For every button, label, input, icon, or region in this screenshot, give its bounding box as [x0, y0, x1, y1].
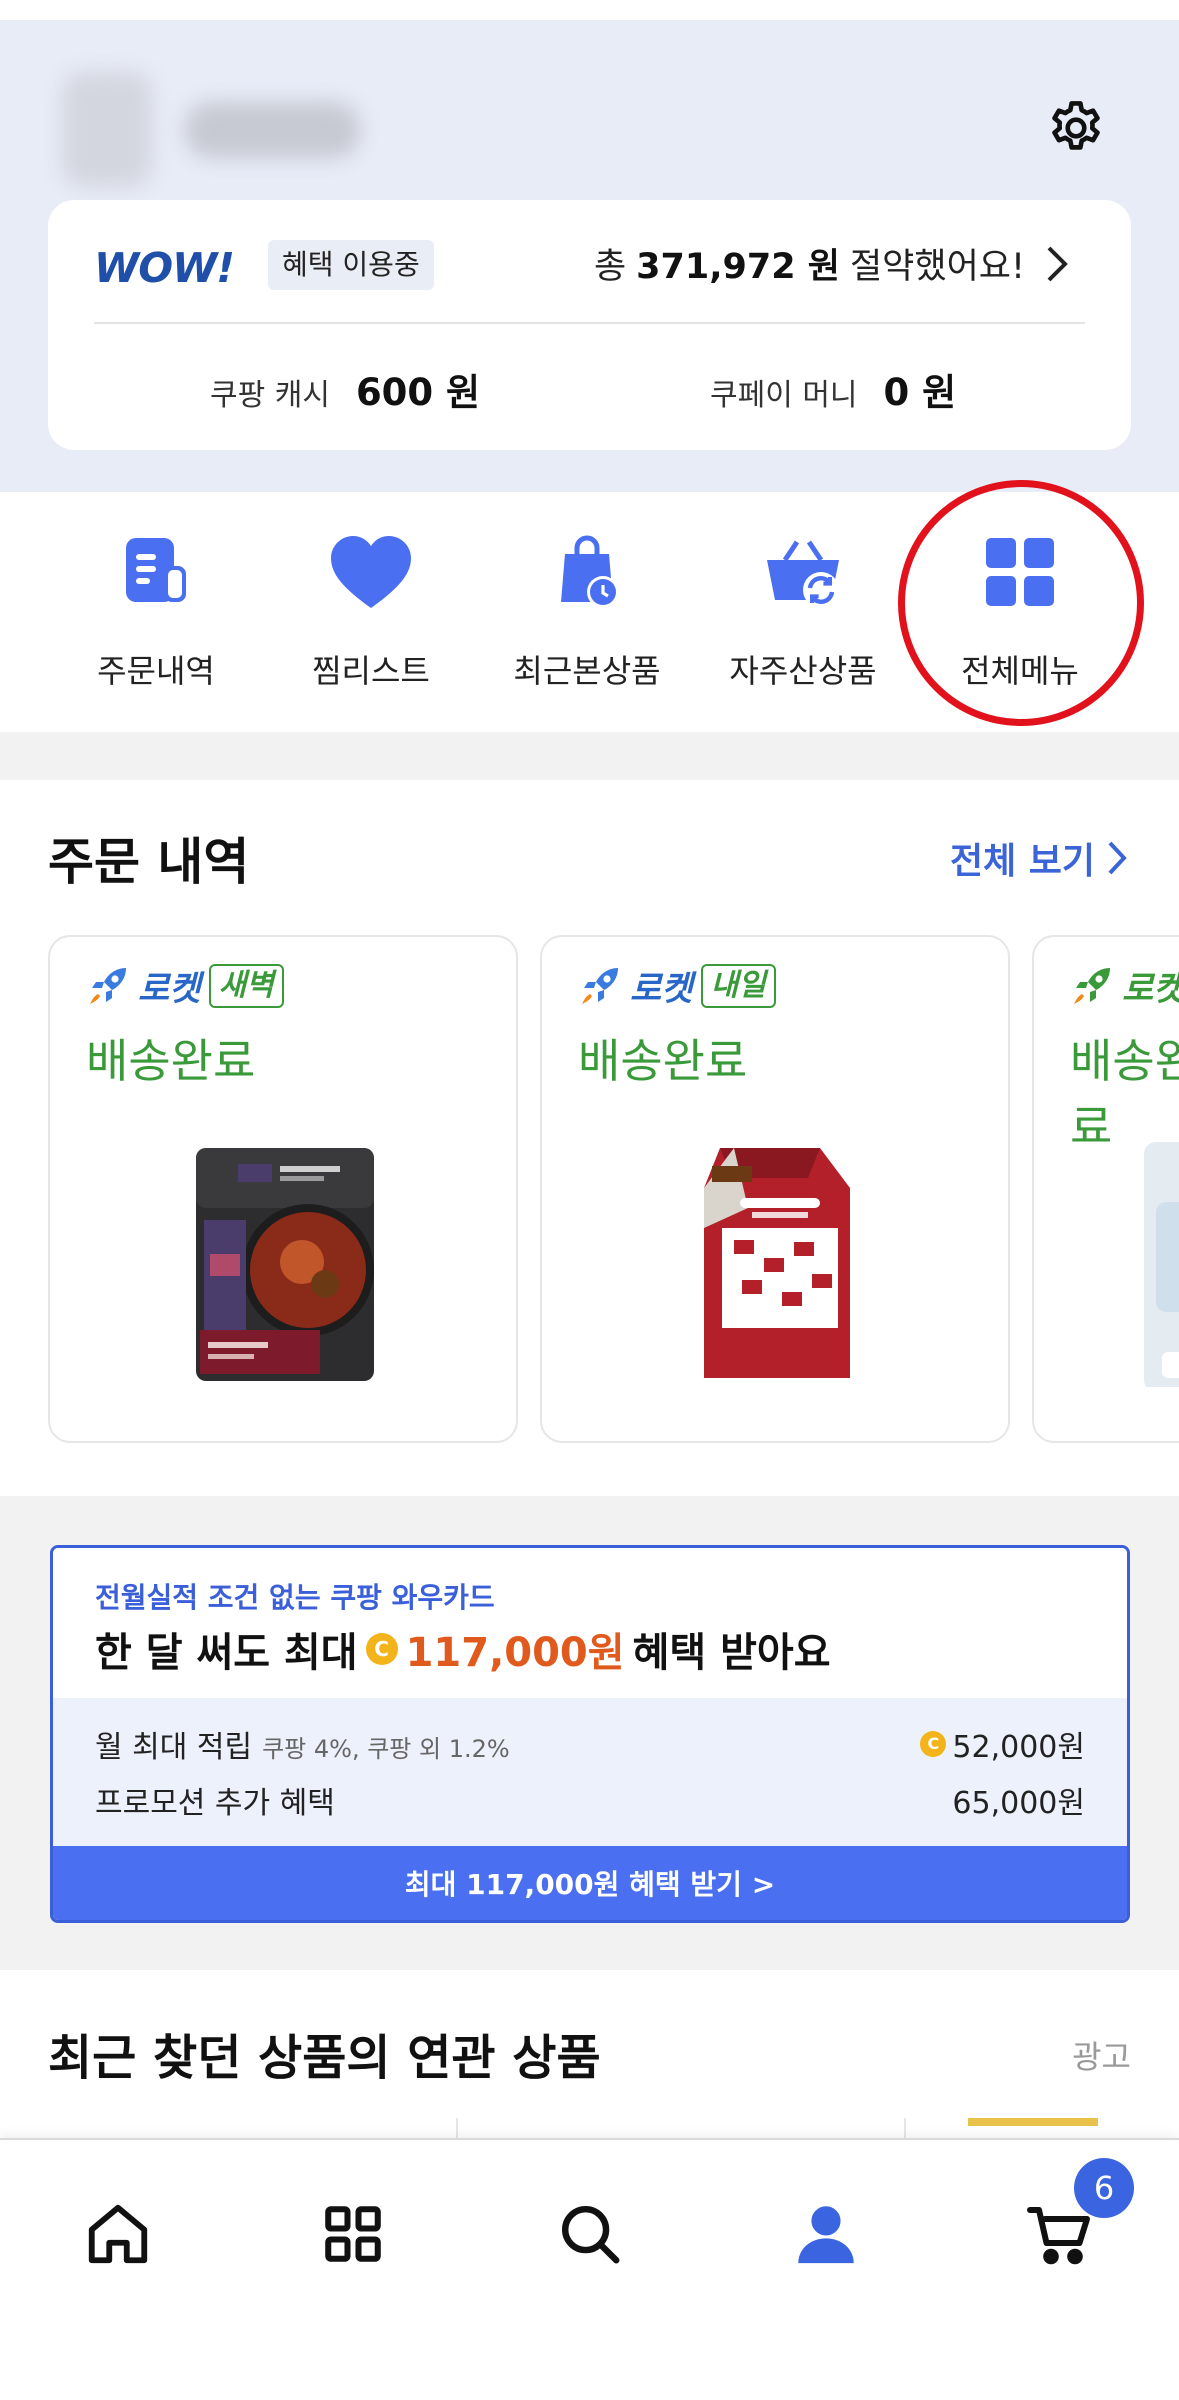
promo-headline: 한 달 써도 최대 C 117,000원 혜택 받아요 [95, 1620, 831, 1678]
settings-button[interactable] [1040, 92, 1112, 164]
rocket-brand: 로켓 [138, 969, 201, 1009]
quick-label: 자주산상품 [729, 652, 877, 690]
ad-label[interactable]: 광고 [1072, 2032, 1131, 2078]
heart-icon [321, 522, 421, 622]
wow-logo: WOW! [94, 244, 235, 292]
quick-order-history[interactable]: 주문내역 [56, 522, 256, 702]
quick-label: 주문내역 [97, 652, 215, 690]
order-card[interactable]: 로켓 새벽 배송완료 [48, 935, 518, 1443]
section-gap [0, 732, 1179, 780]
rocket-badge: 로켓 내일 [578, 961, 776, 1010]
promo-headline-suffix: 혜택 받아요 [632, 1630, 831, 1676]
order-card[interactable]: 로켓 배송완료 [1032, 935, 1179, 1443]
highlight-circle-annotation [898, 480, 1144, 726]
wow-status-badge: 혜택 이용중 [268, 240, 434, 290]
rocket-badge: 로켓 새벽 [86, 961, 284, 1010]
chevron-right-icon [1108, 841, 1127, 875]
related-products-title: 최근 찾던 상품의 연관 상품 [48, 2030, 601, 2086]
rocket-brand: 로켓 [630, 969, 693, 1009]
divider [904, 2118, 906, 2138]
rocket-icon [90, 967, 126, 1004]
nav-search[interactable] [540, 2184, 640, 2284]
related-product-thumb-edge [968, 2118, 1098, 2126]
divider [456, 2118, 458, 2138]
delivery-status: 배송완료 [1070, 1034, 1179, 1154]
promo-headline-amount: 117,000원 [405, 1630, 625, 1676]
promo-row-label: 월 최대 적립 [95, 1730, 253, 1765]
savings-suffix: 절약했어요! [849, 247, 1025, 287]
recent-bag-icon [537, 522, 637, 622]
avatar[interactable] [62, 72, 152, 187]
chevron-right-icon [1035, 239, 1079, 289]
nav-my-account[interactable] [776, 2184, 876, 2284]
coupang-cash-label: 쿠팡 캐시 [210, 378, 330, 413]
bottom-navigation [0, 2138, 1179, 2400]
order-card[interactable]: 로켓 내일 배송완료 [540, 935, 1010, 1443]
rocket-badge: 로켓 [1070, 961, 1179, 1010]
order-history-icon [106, 522, 206, 622]
wow-membership-card[interactable]: WOW! 혜택 이용중 총 371,972 원 절약했어요! 쿠팡 캐시 600… [48, 200, 1131, 450]
quick-label: 찜리스트 [312, 652, 430, 690]
view-all-orders-link[interactable]: 전체 보기 [950, 832, 1127, 884]
promo-row: 프로모션 추가 혜택 65,000원 [95, 1778, 1085, 1822]
coin-icon: C [920, 1731, 947, 1757]
coupay-money-value: 0 원 [883, 371, 957, 414]
gear-icon [1052, 101, 1100, 150]
nav-category[interactable] [303, 2184, 403, 2284]
search-icon [562, 2206, 620, 2264]
reorder-basket-icon [753, 522, 853, 622]
quick-frequent[interactable]: 자주산상품 [703, 522, 903, 702]
coupay-money[interactable]: 쿠페이 머니 0 원 [710, 362, 956, 416]
related-products-strip [0, 2118, 1179, 2138]
cart-count-badge: 6 [1074, 2158, 1134, 2218]
savings-summary[interactable]: 총 371,972 원 절약했어요! [594, 238, 1079, 289]
promo-row-label: 프로모션 추가 혜택 [95, 1786, 335, 1821]
view-all-label: 전체 보기 [949, 841, 1095, 882]
my-account-icon [798, 2206, 854, 2264]
product-image-chocolate [682, 1142, 872, 1387]
delivery-status: 배송완료 [578, 1034, 748, 1088]
user-name-blurred [185, 102, 360, 158]
promo-header: 전월실적 조건 없는 쿠팡 와우카드 한 달 써도 최대 C 117,000원 … [53, 1548, 1127, 1698]
coin-icon: C [365, 1633, 398, 1665]
rocket-brand: 로켓 [1122, 969, 1179, 1009]
delivery-type-tag: 내일 [700, 963, 776, 1008]
promo-row-value: 65,000원 [952, 1786, 1085, 1821]
product-image-ramen [190, 1142, 380, 1387]
divider [94, 322, 1085, 324]
promo-subtitle: 전월실적 조건 없는 쿠팡 와우카드 [95, 1581, 495, 1614]
quick-label: 최근본상품 [513, 652, 661, 690]
promo-headline-prefix: 한 달 써도 최대 [95, 1630, 358, 1676]
quick-recent-viewed[interactable]: 최근본상품 [487, 522, 687, 702]
delivery-type-tag: 새벽 [208, 963, 284, 1008]
category-grid-icon [325, 2206, 381, 2262]
quick-wishlist[interactable]: 찜리스트 [271, 522, 471, 702]
rocket-icon [1074, 967, 1110, 1004]
coupang-cash[interactable]: 쿠팡 캐시 600 원 [210, 362, 480, 416]
promo-row-note: 쿠팡 4%, 쿠팡 외 1.2% [262, 1735, 510, 1763]
product-image-partial [1142, 1142, 1179, 1392]
promo-details: 월 최대 적립 쿠팡 4%, 쿠팡 외 1.2% C 52,000원 프로모션 추… [53, 1698, 1127, 1846]
rocket-icon [582, 967, 618, 1004]
savings-amount: 371,972 원 [636, 247, 840, 287]
get-benefit-button[interactable]: 최대 117,000원 혜택 받기 > [53, 1846, 1127, 1920]
nav-home[interactable] [68, 2184, 168, 2284]
savings-prefix: 총 [593, 247, 627, 287]
wow-card-promo-banner[interactable]: 전월실적 조건 없는 쿠팡 와우카드 한 달 써도 최대 C 117,000원 … [50, 1545, 1130, 1923]
promo-row-value: 52,000원 [952, 1730, 1085, 1765]
profile-header: WOW! 혜택 이용중 총 371,972 원 절약했어요! 쿠팡 캐시 600… [0, 20, 1179, 492]
promo-row: 월 최대 적립 쿠팡 4%, 쿠팡 외 1.2% C 52,000원 [95, 1722, 1085, 1766]
coupang-cash-value: 600 원 [355, 371, 481, 414]
orders-section-title: 주문 내역 [48, 833, 250, 891]
coupay-money-label: 쿠페이 머니 [710, 378, 858, 413]
delivery-status: 배송완료 [86, 1034, 256, 1088]
home-icon [88, 2204, 148, 2264]
